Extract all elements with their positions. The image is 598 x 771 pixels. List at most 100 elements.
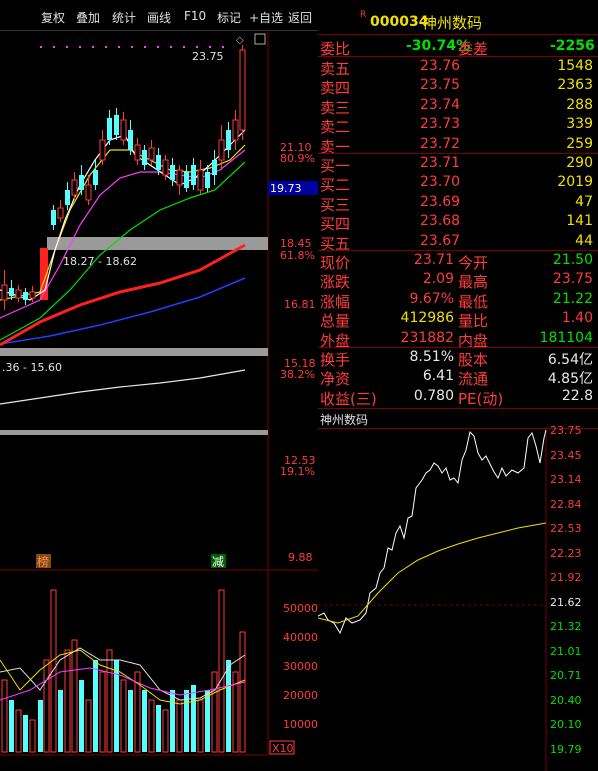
intraday-axis-label: 22.23	[550, 546, 582, 560]
volume-bar	[79, 680, 84, 752]
volume-bar	[120, 679, 127, 753]
volume-bar	[205, 690, 210, 752]
volume-bar	[162, 709, 169, 753]
toolbar-fanhui[interactable]: 返回	[288, 9, 312, 26]
stat-value: 181104	[539, 329, 593, 346]
candle-body	[9, 288, 14, 296]
intraday-axis-label: 22.84	[550, 497, 582, 511]
bang-tag[interactable]: 榜	[37, 554, 49, 569]
jian-tag[interactable]: 减	[212, 555, 224, 569]
fin-value: 22.8	[561, 387, 593, 404]
toolbar-zixuan[interactable]: +自选	[249, 9, 283, 26]
candle-body	[218, 139, 225, 161]
ask-volume: 288	[566, 96, 593, 113]
ask-row[interactable]: 卖四 23.75 2363	[318, 76, 598, 97]
volume-bar	[191, 685, 196, 752]
stats-row: 涨幅 9.67% 最低 21.22	[318, 290, 598, 311]
bid-row[interactable]: 买二 23.70 2019	[318, 173, 598, 194]
toolbar-huaxian[interactable]: 画线	[147, 9, 171, 26]
weibi-row: 委比 -30.74% 委差 -2256	[318, 37, 598, 58]
candle-body	[162, 159, 169, 176]
bid-row[interactable]: 买三 23.69 47	[318, 193, 598, 214]
ask-volume: 339	[566, 116, 593, 133]
fin-value: 4.85亿	[547, 371, 593, 388]
intraday-axis-label: 21.92	[550, 571, 582, 584]
ma30-line	[0, 161, 246, 341]
intraday-avg-line	[318, 522, 547, 624]
intraday-axis-label: 20.40	[550, 693, 582, 707]
stat-value: 21.22	[552, 290, 593, 307]
gray-band-2	[0, 348, 268, 356]
toolbar-biaoji[interactable]: 标记	[217, 9, 241, 26]
ask-row[interactable]: 卖二 23.73 339	[318, 115, 598, 136]
axis-pct-1: 80.9%	[280, 152, 315, 165]
ask-row[interactable]: 卖五 23.76 1548	[318, 57, 598, 78]
axis-pct-2: 61.8%	[280, 249, 315, 262]
candle-body	[65, 190, 70, 205]
volume-bar	[71, 639, 78, 753]
fin-value: 0.780	[413, 387, 454, 404]
candle-body	[51, 210, 56, 225]
quote-header: R 000034 神州数码	[318, 0, 598, 35]
intraday-chart[interactable]	[318, 408, 598, 771]
axis-pct-4: 19.1%	[280, 465, 315, 478]
volume-bar	[142, 690, 147, 752]
fin-row: 净资 6.41 流通 4.85亿	[318, 367, 598, 388]
intraday-axis-label: 21.62	[550, 595, 582, 609]
volume-bar	[85, 699, 92, 753]
toolbar-f10[interactable]: F10	[184, 9, 206, 23]
intraday-price-line	[318, 429, 547, 635]
volume-bar	[58, 690, 63, 752]
band1-label: 18.27 - 18.62	[63, 255, 137, 268]
stat-value: 21.50	[552, 252, 593, 268]
gray-band-3	[0, 430, 268, 435]
candle-body	[156, 155, 161, 170]
vol-axis-3: 30000	[283, 660, 318, 673]
volume-bar	[23, 715, 28, 752]
ask-volume: 259	[566, 135, 593, 152]
bid-row[interactable]: 买五 23.67 44	[318, 232, 598, 253]
fin-value: 6.41	[422, 368, 454, 385]
intraday-axis-label: 22.53	[550, 522, 582, 535]
bid-price: 23.69	[420, 193, 461, 210]
candle-body	[205, 172, 210, 188]
toolbar-fuquan[interactable]: 复权	[41, 9, 65, 26]
candle-body	[23, 292, 28, 300]
vol-axis-2: 40000	[283, 631, 318, 644]
stats-row: 现价 23.71 今开 21.50	[318, 251, 598, 272]
candle-body	[29, 291, 36, 299]
bid-volume: 2019	[557, 174, 593, 191]
volume-bar	[128, 690, 133, 752]
bid-row[interactable]: 买一 23.71 290	[318, 154, 598, 175]
bid-row[interactable]: 买四 23.68 141	[318, 212, 598, 233]
intraday-panel[interactable]: 神州数码 23.75 23.45 23.14 22.84 22.53 22.23 21.92…	[318, 408, 598, 771]
volume-bar	[226, 660, 231, 752]
volume-bar	[93, 660, 98, 752]
intraday-axis-label: 20.71	[550, 669, 582, 682]
stats-row: 涨跌 2.09 最高 23.75	[318, 270, 598, 291]
stat-value: 231882	[400, 329, 454, 346]
candle-body	[232, 119, 239, 141]
toolbar-diejia[interactable]: 叠加	[76, 9, 100, 26]
diamond-icon[interactable]: ◇	[236, 35, 244, 46]
ma10-line	[0, 144, 246, 301]
ask-row[interactable]: 卖三 23.74 288	[318, 96, 598, 117]
maximize-icon[interactable]	[254, 33, 266, 45]
toolbar-tongji[interactable]: 统计	[112, 9, 136, 26]
candle-body	[212, 160, 217, 175]
volume-bar	[156, 705, 161, 752]
weicha-value: -2256	[550, 38, 595, 54]
candle-body	[15, 289, 22, 299]
kline-chart[interactable]: 23.75 18.27 - 18.62 .36 - 15.60 ◇ 21.10 …	[0, 30, 318, 771]
axis-price-4: 16.81	[284, 298, 316, 311]
vol-axis-4: 20000	[283, 689, 318, 702]
stats-row: 总量 412986 量比 1.40	[318, 309, 598, 330]
candle-body	[176, 169, 183, 186]
candle-body	[99, 139, 106, 161]
ask-row[interactable]: 卖一 23.72 259	[318, 135, 598, 156]
toolbar: 复权 叠加 统计 画线 F10 标记 +自选 返回	[0, 0, 318, 31]
candle-body	[184, 172, 189, 188]
volume-bar	[176, 699, 183, 753]
ask-price: 23.73	[420, 116, 461, 133]
ma250-line	[0, 369, 246, 405]
